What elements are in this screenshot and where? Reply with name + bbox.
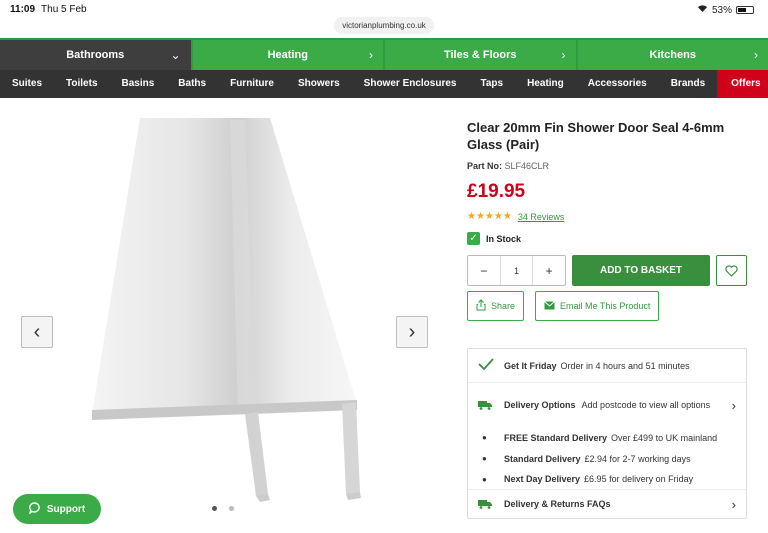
envelope-icon (544, 300, 555, 312)
chevron-right-icon: › (731, 496, 736, 512)
gallery-dot-1[interactable] (212, 506, 217, 511)
chat-bubble-icon (28, 501, 41, 517)
email-label: Email Me This Product (560, 301, 651, 311)
delivery-friday-row: Get It Friday Order in 4 hours and 51 mi… (468, 349, 746, 383)
status-right: 53% (697, 4, 754, 16)
free-title: FREE Standard Delivery (504, 432, 608, 443)
free-text: Over £499 to UK mainland (611, 432, 718, 443)
friday-title: Get It Friday (504, 360, 557, 371)
subnav-shower-enclosures[interactable]: Shower Enclosures (352, 70, 469, 98)
bullet-icon: ● (482, 474, 487, 484)
category-nav: Bathrooms ⌄ Heating › Tiles & Floors › K… (0, 38, 768, 70)
email-product-button[interactable]: Email Me This Product (535, 291, 660, 321)
delivery-standard-row: ● Standard Delivery £2.94 for 2-7 workin… (468, 448, 746, 469)
address-bar[interactable]: victorianplumbing.co.uk (334, 17, 434, 34)
status-date: Thu 5 Feb (41, 4, 87, 15)
subnav-heating[interactable]: Heating (515, 70, 576, 98)
nextday-title: Next Day Delivery (504, 474, 581, 484)
battery-percent: 53% (711, 4, 732, 16)
subnav-suites[interactable]: Suites (0, 70, 54, 98)
subnav-brands[interactable]: Brands (659, 70, 717, 98)
options-title: Delivery Options (504, 400, 576, 410)
support-label: Support (46, 503, 86, 515)
chevron-right-icon: › (731, 397, 736, 413)
battery-icon (736, 6, 754, 14)
gallery-next-button[interactable]: › (396, 316, 428, 348)
standard-title: Standard Delivery (504, 453, 581, 464)
stock-status: ✓ In Stock (467, 232, 757, 245)
subnav-showers[interactable]: Showers (286, 70, 352, 98)
rating: ★★★★★ 34 Reviews (467, 211, 757, 222)
stock-label: In Stock (486, 233, 522, 244)
truck-icon (478, 497, 504, 512)
delivery-nextday-row: ● Next Day Delivery £6.95 for delivery o… (468, 469, 746, 490)
chevron-right-icon: › (754, 48, 758, 62)
share-button[interactable]: Share (467, 291, 525, 321)
support-button[interactable]: Support (13, 494, 101, 524)
nav-label: Kitchens (649, 49, 696, 61)
share-label: Share (491, 301, 516, 311)
nav-label: Heating (267, 49, 308, 61)
nav-bathrooms[interactable]: Bathrooms ⌄ (0, 40, 191, 70)
subnav-taps[interactable]: Taps (468, 70, 515, 98)
subnav-toilets[interactable]: Toilets (54, 70, 109, 98)
gallery-dot-2[interactable] (229, 506, 234, 511)
share-icon (476, 299, 486, 313)
product-title: Clear 20mm Fin Shower Door Seal 4-6mm Gl… (467, 120, 725, 152)
product-price: £19.95 (467, 181, 526, 202)
nav-label: Bathrooms (66, 49, 125, 61)
gallery-prev-button[interactable]: ‹ (21, 316, 53, 348)
part-number: Part No: SLF46CLR (467, 161, 757, 171)
nav-kitchens[interactable]: Kitchens › (577, 40, 768, 70)
delivery-faq-row[interactable]: Delivery & Returns FAQs › (468, 490, 746, 518)
bullet-icon: ● (482, 454, 487, 463)
subnav-baths[interactable]: Baths (166, 70, 218, 98)
delivery-free-row: ● FREE Standard Delivery Over £499 to UK… (468, 427, 746, 448)
buy-row: − 1 + ADD TO BASKET (467, 255, 757, 286)
nav-heating[interactable]: Heating › (192, 40, 383, 70)
standard-text: £2.94 for 2-7 working days (584, 453, 691, 464)
chevron-down-icon: ⌄ (170, 48, 181, 62)
status-bar: 11:09 Thu 5 Feb victorianplumbing.co.uk 5… (0, 0, 768, 40)
wifi-icon (697, 4, 708, 16)
truck-icon (478, 398, 504, 413)
subnav-furniture[interactable]: Furniture (218, 70, 286, 98)
delivery-options-row[interactable]: Delivery Options Add postcode to view al… (468, 383, 746, 427)
part-label: Part No: (467, 161, 503, 171)
checkmark-icon: ✓ (467, 232, 480, 245)
gallery-dots (212, 506, 234, 511)
nav-tiles-floors[interactable]: Tiles & Floors › (385, 40, 576, 70)
stars-icon: ★★★★★ (467, 211, 512, 222)
chevron-right-icon: › (561, 48, 566, 62)
quantity-decrease-button[interactable]: − (468, 256, 500, 285)
quantity-increase-button[interactable]: + (533, 256, 565, 285)
part-value: SLF46CLR (504, 161, 550, 171)
reviews-link[interactable]: 34 Reviews (518, 212, 565, 222)
status-time: 11:09 Thu 5 Feb (10, 4, 87, 15)
wishlist-heart-icon[interactable] (716, 255, 747, 286)
product-details: Clear 20mm Fin Shower Door Seal 4-6mm Gl… (467, 98, 757, 519)
checkmark-icon (478, 358, 504, 373)
friday-text: Order in 4 hours and 51 minutes (560, 360, 690, 371)
product-gallery: ‹ › Support (0, 98, 450, 533)
bullet-icon: ● (482, 433, 487, 442)
sub-nav: Suites Toilets Basins Baths Furniture Sh… (0, 70, 768, 98)
options-text: Add postcode to view all options (581, 400, 711, 410)
options-text-wrap: Delivery Options Add postcode to view al… (504, 398, 732, 412)
delivery-panel: Get It Friday Order in 4 hours and 51 mi… (467, 348, 747, 519)
subnav-offers[interactable]: Offers (717, 70, 768, 98)
product-image (92, 118, 361, 502)
nav-label: Tiles & Floors (443, 49, 517, 61)
faq-title: Delivery & Returns FAQs (504, 499, 611, 509)
nextday-text: £6.95 for delivery on Friday (584, 474, 694, 484)
quantity-stepper: − 1 + (467, 255, 566, 286)
add-to-basket-button[interactable]: ADD TO BASKET (572, 255, 710, 286)
subnav-accessories[interactable]: Accessories (576, 70, 659, 98)
chevron-right-icon: › (369, 48, 373, 62)
quantity-input[interactable]: 1 (499, 256, 534, 285)
subnav-basins[interactable]: Basins (110, 70, 167, 98)
action-row: Share Email Me This Product (467, 291, 757, 321)
